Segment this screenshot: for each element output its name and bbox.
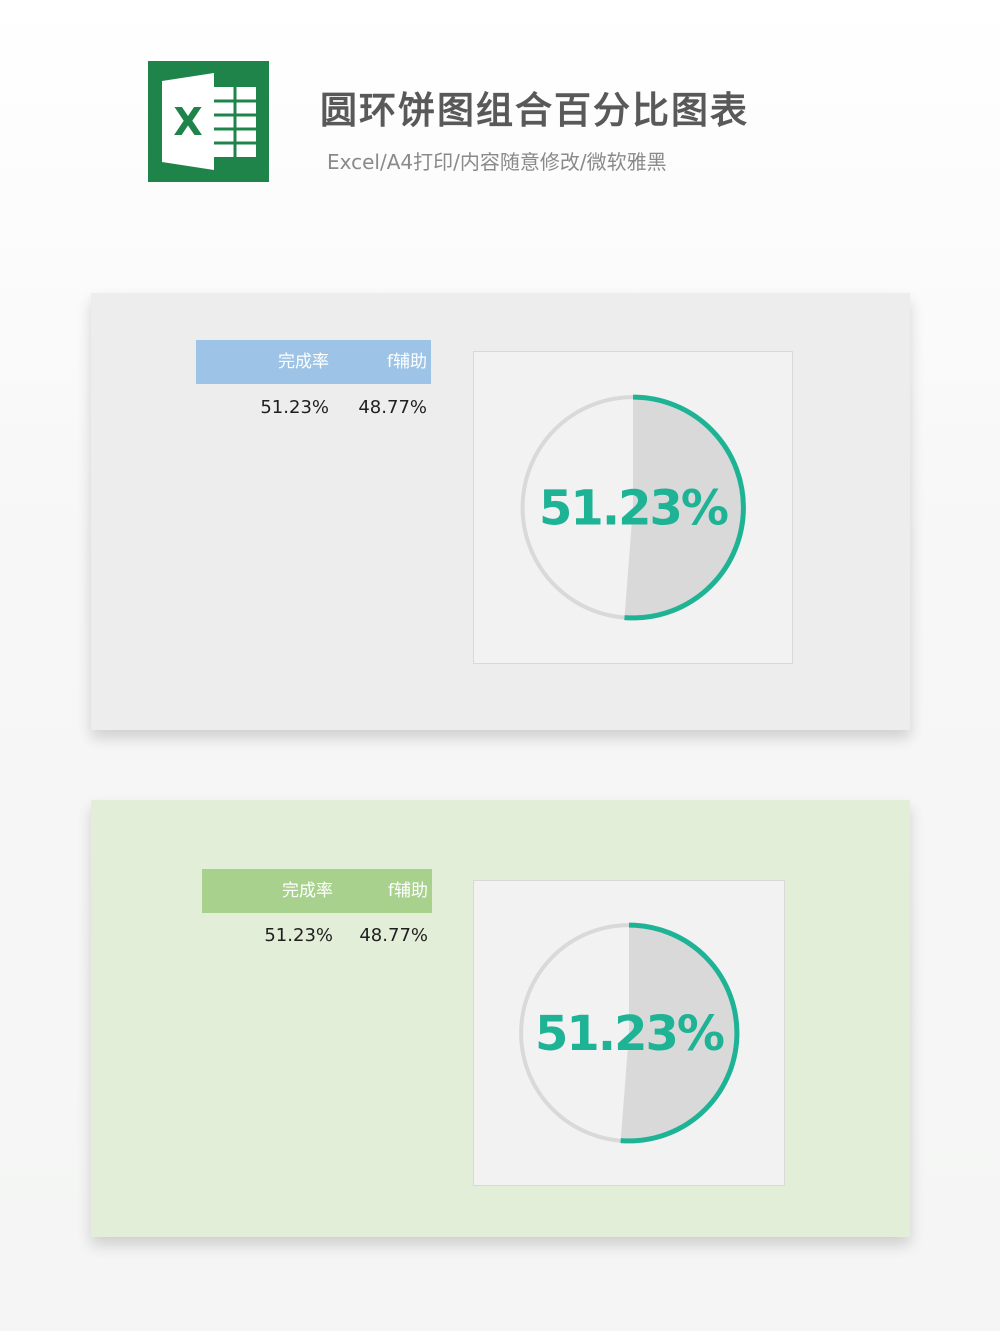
chart-area[interactable]: 51.23%: [473, 880, 785, 1186]
column-header-helper: f辅助: [387, 352, 427, 372]
table-header: 完成率 f辅助: [196, 340, 431, 384]
logo-letter: X: [173, 100, 202, 144]
table-row: 51.23% 48.77%: [196, 397, 431, 421]
column-header-helper: f辅助: [388, 881, 428, 901]
column-header-completion: 完成率: [282, 881, 333, 901]
excel-logo-icon: X: [148, 61, 269, 182]
chart-panel-2: 完成率 f辅助 51.23% 48.77% 51.23%: [91, 800, 910, 1237]
center-percent-label: 51.23%: [535, 1006, 724, 1062]
cell-completion[interactable]: 51.23%: [260, 397, 329, 418]
donut-chart: 51.23%: [519, 922, 740, 1144]
page-subtitle: Excel/A4打印/内容随意修改/微软雅黑: [327, 150, 667, 174]
donut-chart: 51.23%: [520, 394, 746, 621]
cell-completion[interactable]: 51.23%: [264, 925, 333, 946]
chart-area[interactable]: 51.23%: [473, 351, 793, 664]
page-title: 圆环饼图组合百分比图表: [320, 89, 749, 132]
column-header-completion: 完成率: [278, 352, 329, 372]
table-header: 完成率 f辅助: [202, 869, 432, 913]
cell-helper[interactable]: 48.77%: [359, 925, 428, 946]
center-percent-label: 51.23%: [539, 481, 728, 537]
cell-helper[interactable]: 48.77%: [358, 397, 427, 418]
chart-panel-1: 完成率 f辅助 51.23% 48.77% 51.23%: [91, 293, 910, 730]
table-row: 51.23% 48.77%: [202, 925, 432, 949]
